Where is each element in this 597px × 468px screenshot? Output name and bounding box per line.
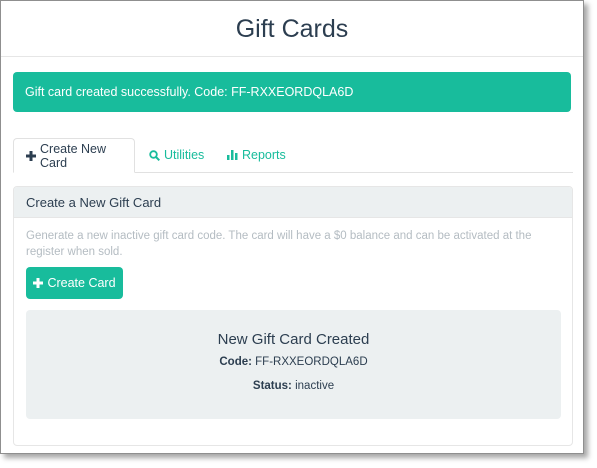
- success-alert: Gift card created successfully. Code: FF…: [13, 72, 571, 112]
- tab-label: Create New Card: [40, 141, 106, 170]
- tab-utilities[interactable]: Utilities: [149, 138, 204, 172]
- code-value: FF-RXXEORDQLA6D: [255, 356, 368, 368]
- tab-bar: Create New Card Utilities Reports: [13, 138, 573, 173]
- result-code: Code: FF-RXXEORDQLA6D: [26, 356, 561, 368]
- tab-create-new-card[interactable]: Create New Card: [13, 138, 135, 173]
- bar-chart-icon: [227, 150, 238, 160]
- tab-reports[interactable]: Reports: [227, 138, 286, 172]
- result-title: New Gift Card Created: [217, 331, 370, 348]
- plus-icon: [33, 278, 44, 288]
- new-card-result: New Gift Card Created Code: FF-RXXEORDQL…: [26, 310, 561, 419]
- status-label: Status:: [252, 380, 292, 392]
- page-title: Gift Cards: [235, 14, 349, 43]
- create-card-panel: Create a New Gift Card Generate a new in…: [13, 186, 573, 446]
- create-card-button[interactable]: Create Card: [26, 267, 123, 299]
- result-status: Status: inactive: [26, 380, 561, 392]
- plus-icon: [26, 150, 36, 161]
- alert-message: Gift card created successfully. Code: FF…: [25, 85, 354, 99]
- status-value: inactive: [295, 380, 335, 392]
- panel-heading: Create a New Gift Card: [14, 187, 572, 218]
- tab-label: Reports: [242, 148, 286, 162]
- app-window: Gift Cards Gift card created successfull…: [0, 0, 584, 454]
- tab-label: Utilities: [164, 148, 205, 162]
- page-header: Gift Cards: [1, 1, 583, 57]
- search-icon: [149, 149, 160, 161]
- code-label: Code:: [219, 356, 252, 368]
- panel-description: Generate a new inactive gift card code. …: [26, 230, 532, 258]
- button-label: Create Card: [47, 276, 116, 290]
